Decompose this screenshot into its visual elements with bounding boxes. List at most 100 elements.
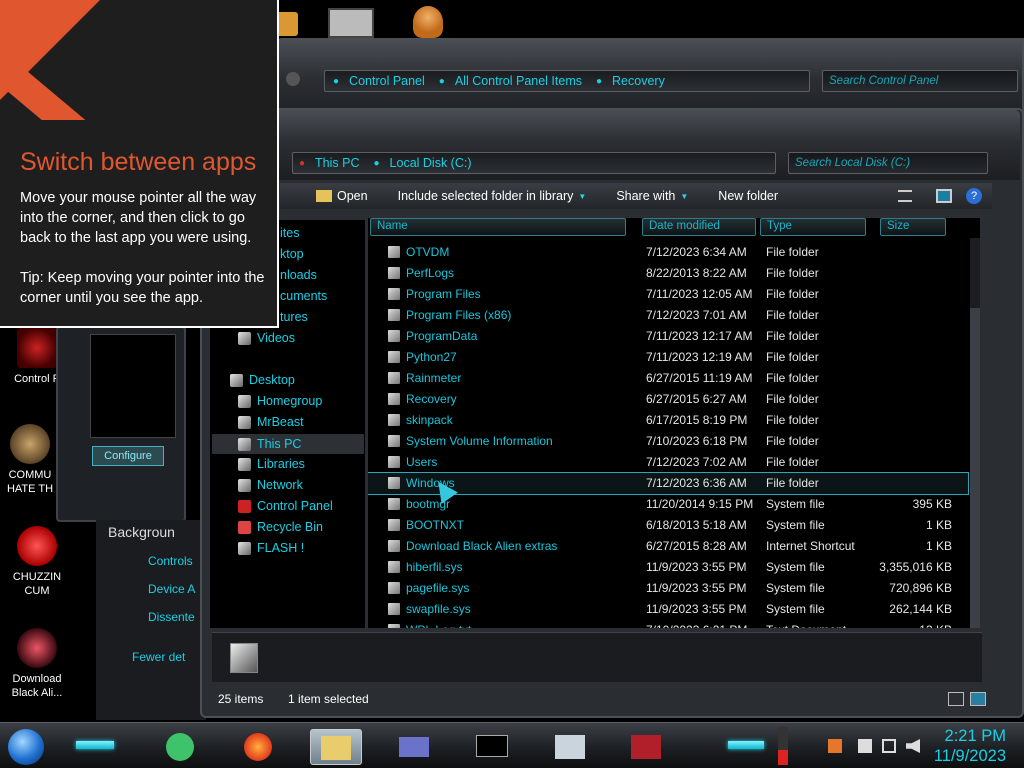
file-row[interactable]: Windows 7/12/2023 6:36 AM File folder	[368, 472, 969, 495]
file-row[interactable]: PerfLogs 8/22/2013 8:22 AM File folder	[368, 263, 968, 284]
file-row[interactable]: Program Files 7/11/2023 12:05 AM File fold…	[368, 284, 968, 305]
file-icon	[388, 246, 400, 258]
breadcrumb-all-items[interactable]: All Control Panel Items	[455, 74, 582, 88]
new-folder-button[interactable]: New folder	[718, 189, 778, 203]
file-row[interactable]: pagefile.sys 11/9/2023 3:55 PM System file…	[368, 578, 968, 599]
preview-pane-icon[interactable]	[936, 189, 952, 203]
file-icon	[388, 393, 400, 405]
nav-libraries[interactable]: Libraries	[238, 457, 305, 471]
file-list-scrollbar[interactable]	[970, 238, 980, 628]
tip-hint: Tip: Keep moving your pointer into the c…	[20, 270, 265, 306]
top-app-icon-1[interactable]	[276, 12, 298, 36]
file-row[interactable]: Program Files (x86) 7/12/2023 7:01 AM File…	[368, 305, 968, 326]
nav-videos[interactable]: Videos	[238, 331, 295, 345]
nav-label: Recycle Bin	[257, 520, 323, 534]
file-type: File folder	[766, 245, 819, 259]
file-row[interactable]: Download Black Alien extras 6/27/2015 8:2…	[368, 536, 968, 557]
file-row[interactable]: Rainmeter 6/27/2015 11:19 AM File folder	[368, 368, 968, 389]
file-icon	[388, 603, 400, 615]
details-view-icon[interactable]	[948, 692, 964, 706]
breadcrumb-local-disk[interactable]: Local Disk (C:)	[390, 156, 472, 170]
nav-control-panel[interactable]: Control Panel	[238, 499, 333, 513]
taskbar-app-monitor[interactable]	[544, 729, 596, 765]
file-row[interactable]: skinpack 6/17/2015 8:19 PM File folder	[368, 410, 968, 431]
explorer-address-bar[interactable]: ● This PC ● Local Disk (C:)	[292, 152, 776, 174]
file-name: Python27	[406, 350, 457, 364]
breadcrumb-this-pc[interactable]: This PC	[315, 156, 359, 170]
nav-label: Videos	[257, 331, 295, 345]
column-header-name[interactable]: Name	[370, 218, 626, 236]
tray-flag-icon[interactable]	[858, 739, 872, 753]
nav-flash[interactable]: FLASH !	[238, 541, 304, 555]
file-row[interactable]: Python27 7/11/2023 12:19 AM File folder	[368, 347, 968, 368]
nav-network[interactable]: Network	[238, 478, 303, 492]
file-row[interactable]: BOOTNXT 6/18/2013 5:18 AM System file 1 KB	[368, 515, 968, 536]
explorer-search-input[interactable]: Search Local Disk (C:)	[788, 152, 988, 174]
dropdown-arrow-icon: ▼	[578, 191, 587, 201]
desktop-icon-chuzzin[interactable]: CHUZZIN CUM	[0, 526, 74, 598]
file-row[interactable]: swapfile.sys 11/9/2023 3:55 PM System file…	[368, 599, 968, 620]
side-link-dissente[interactable]: Dissente	[148, 610, 195, 624]
control-panel-search-input[interactable]: Search Control Panel	[822, 70, 1018, 92]
open-button[interactable]: Open	[316, 189, 368, 203]
computer-icon	[238, 437, 251, 451]
taskbar-led-left	[76, 741, 114, 749]
nav-desktop-fav[interactable]: ktop	[280, 247, 304, 261]
breadcrumb-recovery[interactable]: Recovery	[612, 74, 665, 88]
desktop-icon-commu[interactable]: COMMU HATE TH	[0, 424, 60, 496]
taskbar-app-control-panel[interactable]	[388, 729, 440, 765]
side-link-controls[interactable]: Controls	[148, 554, 193, 568]
taskbar-app-firefox[interactable]	[232, 729, 284, 765]
file-row[interactable]: Users 7/12/2023 7:02 AM File folder	[368, 452, 968, 473]
clock-date[interactable]: 11/9/2023	[934, 747, 1006, 766]
file-name: Recovery	[406, 392, 457, 406]
top-app-icon-2[interactable]	[328, 8, 374, 38]
help-icon[interactable]: ?	[966, 188, 982, 204]
scrollbar-thumb[interactable]	[970, 308, 980, 628]
nav-documents[interactable]: cuments	[280, 289, 327, 303]
nav-favorites[interactable]: ites	[280, 226, 299, 240]
nav-desktop[interactable]: Desktop	[230, 373, 295, 387]
user-avatar-icon[interactable]	[413, 6, 443, 38]
file-row[interactable]: OTVDM 7/12/2023 6:34 AM File folder	[368, 242, 968, 263]
file-name: Program Files	[406, 287, 481, 301]
large-icons-view-icon[interactable]	[970, 692, 986, 706]
file-row[interactable]: Recovery 6/27/2015 6:27 AM File folder	[368, 389, 968, 410]
nav-recycle-bin[interactable]: Recycle Bin	[238, 520, 323, 534]
column-header-date[interactable]: Date modified	[642, 218, 756, 236]
column-header-type[interactable]: Type	[760, 218, 866, 236]
configure-button[interactable]: Configure	[92, 446, 164, 466]
start-button[interactable]	[8, 729, 44, 765]
tray-network-icon[interactable]	[882, 739, 896, 753]
side-link-device[interactable]: Device A	[148, 582, 195, 596]
file-row[interactable]: bootmgr 11/20/2014 9:15 PM System file 395 …	[368, 494, 968, 515]
fewer-details-link[interactable]: Fewer det	[132, 650, 185, 664]
taskbar-app-cmd[interactable]	[466, 729, 518, 765]
nav-this-pc[interactable]: This PC	[212, 434, 364, 454]
taskbar-app-black-alien[interactable]	[620, 729, 672, 765]
nav-homegroup[interactable]: Homegroup	[238, 394, 322, 408]
file-name: swapfile.sys	[406, 602, 471, 616]
control-panel-address-bar[interactable]: ● Control Panel ● All Control Panel Item…	[324, 70, 810, 92]
column-header-size[interactable]: Size	[880, 218, 946, 236]
file-date: 7/12/2023 7:01 AM	[646, 308, 747, 322]
nav-downloads[interactable]: nloads	[280, 268, 317, 282]
desktop-icon-download-black-alien[interactable]: Download Black Ali...	[0, 628, 74, 700]
clock-time[interactable]: 2:21 PM	[945, 727, 1006, 746]
taskbar-app-explorer[interactable]	[310, 729, 362, 765]
view-options-icon[interactable]	[898, 190, 912, 202]
file-row[interactable]: WPI_Log.txt 7/10/2023 6:21 PM Text Documen…	[368, 620, 968, 628]
file-row[interactable]: System Volume Information 7/10/2023 6:18 …	[368, 431, 968, 452]
taskbar-app-notes[interactable]	[154, 729, 206, 765]
breadcrumb-control-panel[interactable]: Control Panel	[349, 74, 425, 88]
file-row[interactable]: ProgramData 7/11/2023 12:17 AM File folder	[368, 326, 968, 347]
include-in-library-button[interactable]: Include selected folder in library ▼	[398, 189, 587, 203]
file-row[interactable]: hiberfil.sys 11/9/2023 3:55 PM System file…	[368, 557, 968, 578]
tray-volume-icon[interactable]	[906, 739, 920, 753]
nav-mrbeast[interactable]: MrBeast	[238, 415, 304, 429]
tray-java-icon[interactable]	[828, 739, 842, 753]
share-with-button[interactable]: Share with ▼	[616, 189, 688, 203]
nav-pictures[interactable]: tures	[280, 310, 308, 324]
file-date: 7/12/2023 6:34 AM	[646, 245, 747, 259]
control-panel-back-button[interactable]	[286, 72, 300, 86]
